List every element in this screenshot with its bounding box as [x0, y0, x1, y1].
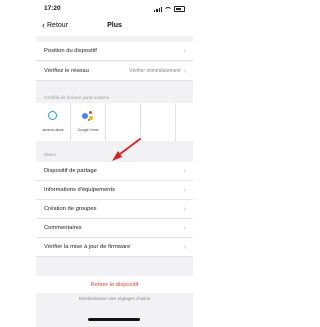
row-network-check[interactable]: Vérifiez le réseau Vérifier immédiatemen…: [36, 62, 193, 81]
row-label: Vérifier la mise à jour de firmware: [44, 244, 131, 250]
chevron-right-icon: ›: [183, 167, 186, 175]
status-time: 17:20: [44, 5, 61, 12]
status-icons: [154, 6, 185, 12]
row-create-group[interactable]: Création de groupes ›: [36, 200, 193, 219]
chevron-right-icon: ›: [183, 205, 186, 213]
section-label-third-party: Contrôle de la tierce partie soutenu: [44, 95, 110, 100]
chevron-right-icon: ›: [183, 186, 186, 194]
factory-reset-link[interactable]: Réinitialisation des réglages d'usine: [36, 296, 193, 301]
home-indicator: [88, 318, 140, 321]
row-firmware-update[interactable]: Vérifier la mise à jour de firmware ›: [36, 238, 193, 257]
third-party-tiles: amazon alexa Google Home: [36, 103, 193, 141]
row-share-device[interactable]: Dispositif de partage ›: [36, 162, 193, 181]
tile-empty: [106, 103, 141, 141]
alexa-icon: [48, 111, 57, 120]
tile-label: Google Home: [77, 128, 99, 132]
status-bar: 17:20: [36, 0, 193, 18]
google-assistant-icon: [82, 111, 94, 121]
tile-alexa[interactable]: amazon alexa: [36, 103, 71, 141]
row-label: Informations d'équipements: [44, 187, 116, 193]
phone-screen: 17:20 ‹ Retour Plus Position du disposit…: [36, 0, 193, 327]
row-label: Commentaires: [44, 225, 82, 231]
row-label: Position du dispositif: [44, 48, 97, 54]
row-device-info[interactable]: Informations d'équipements ›: [36, 181, 193, 200]
battery-icon: [174, 6, 185, 12]
row-position[interactable]: Position du dispositif ›: [36, 42, 193, 61]
chevron-right-icon: ›: [183, 47, 186, 55]
row-label: Dispositif de partage: [44, 168, 97, 174]
chevron-right-icon: ›: [183, 224, 186, 232]
signal-icon: [154, 6, 162, 12]
wifi-icon: [164, 6, 172, 12]
row-label: Création de groupes: [44, 206, 97, 212]
tile-google-home[interactable]: Google Home: [71, 103, 106, 141]
chevron-right-icon: ›: [183, 243, 186, 251]
nav-bar: ‹ Retour Plus: [36, 18, 193, 36]
chevron-right-icon: ›: [183, 67, 186, 75]
row-label: Vérifiez le réseau: [44, 68, 89, 74]
section-label-divers: Divers: [44, 152, 56, 157]
page-title: Plus: [107, 22, 122, 29]
row-feedback[interactable]: Commentaires ›: [36, 219, 193, 238]
tile-label: amazon alexa: [42, 128, 64, 132]
row-value: Vérifier immédiatement: [129, 68, 181, 74]
tile-empty: [141, 103, 176, 141]
remove-device-button[interactable]: Retirer le dispositif: [36, 276, 193, 293]
